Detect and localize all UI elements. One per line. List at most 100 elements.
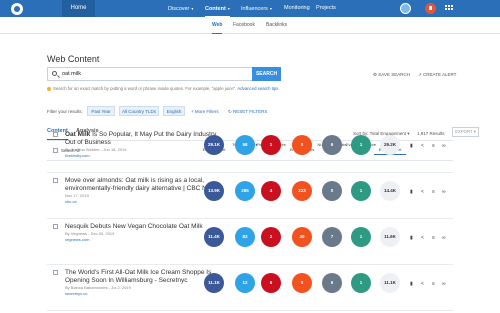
- search-input[interactable]: oat milk: [47, 67, 253, 81]
- link-icon[interactable]: ∞: [442, 235, 446, 241]
- article-title-link[interactable]: Move over almonds: Oat milk is rising as…: [65, 177, 225, 193]
- result-row: Oat Milk Is So Popular, It May Put the D…: [47, 127, 453, 173]
- article-info: Nesquik Debuts New Vegan Chocolate Oat M…: [65, 223, 225, 243]
- number-of-links-value: 7: [322, 227, 342, 247]
- article-title-link[interactable]: Oat Milk Is So Popular, It May Put the D…: [65, 131, 225, 147]
- result-row: Move over almonds: Oat milk is rising as…: [47, 173, 453, 219]
- number-of-links-value: 6: [322, 273, 342, 293]
- total-engagement-value: 14.4K: [380, 181, 400, 201]
- content-sub-navigation: Web Facebook Backlinks: [0, 17, 500, 34]
- share-icon[interactable]: <: [421, 189, 424, 195]
- buzzsumo-logo-icon[interactable]: [11, 3, 23, 15]
- chevron-down-icon: ▾: [269, 6, 272, 11]
- evergreen-score-value: 1: [351, 227, 371, 247]
- apps-grid-icon[interactable]: [445, 5, 453, 12]
- nav-monitoring[interactable]: Monitoring: [284, 0, 310, 17]
- create-alert-button[interactable]: ↗ CREATE ALERT: [418, 72, 456, 78]
- main-content: Web Content oat milk SEARCH ⚙ SAVE SEARC…: [0, 34, 500, 313]
- result-row: The World's First All-Oat Milk Ice Cream…: [47, 265, 453, 311]
- number-of-links-value: 0: [322, 181, 342, 201]
- article-info: Oat Milk Is So Popular, It May Put the D…: [65, 131, 225, 159]
- article-domain-link[interactable]: livekindly.com: [65, 153, 225, 159]
- article-title-link[interactable]: Nesquik Debuts New Vegan Chocolate Oat M…: [65, 223, 225, 231]
- pinterest-shares-value: 0: [261, 273, 281, 293]
- filter-chip-language[interactable]: English: [163, 106, 185, 116]
- twitter-shares-value: 58: [235, 135, 255, 155]
- bookmark-icon[interactable]: ▮: [410, 143, 413, 149]
- search-button[interactable]: SEARCH: [252, 67, 281, 81]
- facebook-engagement-value: 11.1K: [204, 273, 224, 293]
- nav-projects[interactable]: Projects: [316, 0, 336, 17]
- hint-text: Search for an exact match by putting a w…: [53, 86, 237, 91]
- row-checkbox[interactable]: [53, 178, 58, 183]
- share-icon[interactable]: <: [421, 143, 424, 149]
- article-title-text: Nesquik Debuts New Vegan Chocolate Oat M…: [65, 223, 203, 230]
- facebook-engagement-value: 29.1K: [204, 135, 224, 155]
- row-checkbox[interactable]: [53, 132, 58, 137]
- article-title-link[interactable]: The World's First All-Oat Milk Ice Cream…: [65, 269, 225, 285]
- article-domain-link[interactable]: secretnyc.co: [65, 291, 225, 297]
- article-info: Move over almonds: Oat milk is rising as…: [65, 177, 225, 205]
- search-input-value: oat milk: [62, 71, 81, 77]
- twitter-shares-value: 83: [235, 227, 255, 247]
- result-row: Nesquik Debuts New Vegan Chocolate Oat M…: [47, 219, 453, 265]
- facebook-engagement-value: 11.4K: [204, 227, 224, 247]
- link-icon[interactable]: ∞: [442, 143, 446, 149]
- chevron-down-icon: ▾: [227, 6, 230, 11]
- filter-chip-date[interactable]: Past Year: [87, 106, 115, 116]
- share-icon[interactable]: <: [421, 281, 424, 287]
- nav-content[interactable]: Content ▾: [205, 0, 230, 17]
- row-checkbox[interactable]: [53, 270, 58, 275]
- tab-backlinks[interactable]: Backlinks: [266, 17, 287, 34]
- page-title: Web Content: [47, 54, 100, 64]
- filter-chip-country[interactable]: All Country TLDs: [119, 106, 159, 116]
- nav-discover-label: Discover: [168, 6, 190, 12]
- filter-label: Filter your results:: [47, 109, 83, 114]
- chevron-down-icon: ▾: [191, 6, 194, 11]
- share-icon[interactable]: <: [421, 235, 424, 241]
- article-title-text: The World's First All-Oat Milk Ice Cream…: [65, 269, 212, 284]
- export-button[interactable]: EXPORT ▾: [452, 127, 479, 137]
- evergreen-score-value: 1: [351, 181, 371, 201]
- nav-discover[interactable]: Discover ▾: [168, 0, 193, 17]
- evergreen-score-value: 1: [351, 135, 371, 155]
- list-icon[interactable]: ≡: [432, 189, 435, 195]
- bookmark-icon[interactable]: ▮: [410, 235, 413, 241]
- row-checkbox[interactable]: [53, 224, 58, 229]
- nav-influencers[interactable]: Influencers ▾: [241, 0, 272, 17]
- article-domain-link[interactable]: cbc.ca: [65, 199, 225, 205]
- list-icon[interactable]: ≡: [432, 143, 435, 149]
- total-engagement-value: 11.1K: [380, 273, 400, 293]
- nav-influencers-label: Influencers: [241, 6, 268, 12]
- reddit-engagements-value: 0: [292, 273, 312, 293]
- search-hint: Search for an exact match by putting a w…: [47, 86, 278, 91]
- tab-web[interactable]: Web: [212, 17, 223, 34]
- pinterest-shares-value: 2: [261, 227, 281, 247]
- article-domain-link[interactable]: vegnews.com: [65, 237, 225, 243]
- link-icon[interactable]: ∞: [442, 189, 446, 195]
- search-icon: [52, 71, 57, 76]
- bookmark-icon[interactable]: ▮: [410, 281, 413, 287]
- article-info: The World's First All-Oat Milk Ice Cream…: [65, 269, 225, 297]
- create-alert-label: CREATE ALERT: [423, 72, 457, 77]
- bookmark-icon[interactable]: ▮: [410, 189, 413, 195]
- advanced-search-tips-link[interactable]: Advanced search tips: [237, 86, 278, 91]
- twitter-shares-value: 12: [235, 273, 255, 293]
- total-engagement-value: 29.2K: [380, 135, 400, 155]
- pinterest-shares-value: 4: [261, 181, 281, 201]
- user-avatar[interactable]: [400, 3, 411, 14]
- nav-home[interactable]: Home: [62, 0, 95, 17]
- total-engagement-value: 11.6K: [380, 227, 400, 247]
- more-filters-button[interactable]: + More Filters: [191, 109, 219, 114]
- reddit-engagements-value: 30: [292, 227, 312, 247]
- tab-facebook[interactable]: Facebook: [233, 17, 255, 34]
- nav-content-label: Content: [205, 6, 226, 12]
- link-icon[interactable]: ∞: [442, 281, 446, 287]
- list-icon[interactable]: ≡: [432, 235, 435, 241]
- notification-bell-icon[interactable]: [425, 3, 436, 14]
- reset-filters-button[interactable]: ↻ RESET FILTERS: [228, 109, 267, 115]
- save-search-button[interactable]: ⚙ SAVE SEARCH: [373, 72, 410, 78]
- list-icon[interactable]: ≡: [432, 281, 435, 287]
- article-title-keyword: Oat Milk: [65, 131, 91, 138]
- evergreen-score-value: 1: [351, 273, 371, 293]
